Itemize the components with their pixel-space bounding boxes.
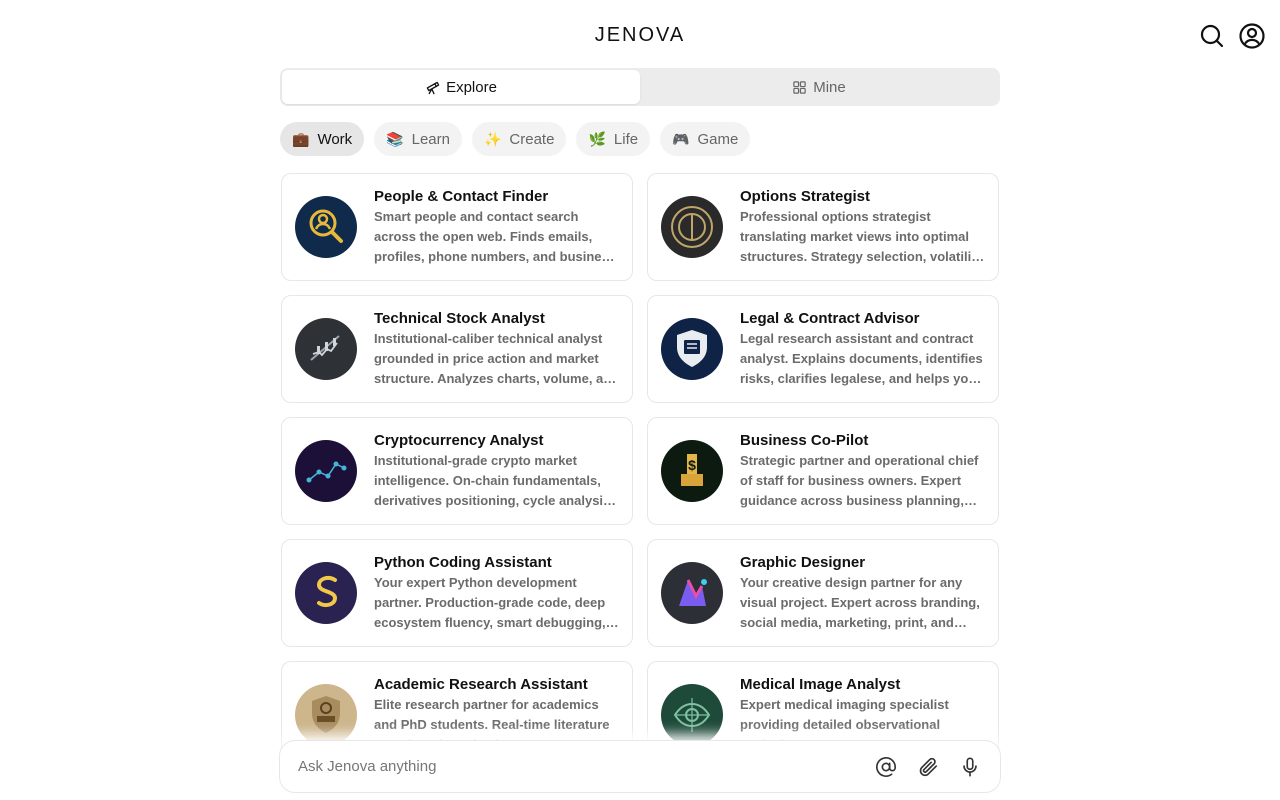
assistant-card-body: People & Contact Finder Smart people and … — [374, 187, 620, 280]
search-icon — [1200, 24, 1224, 48]
category-label: Life — [613, 130, 639, 148]
category-chip-learn[interactable]: 📚 Learn — [374, 122, 462, 156]
assistant-title: Graphic Designer — [740, 554, 866, 571]
assistant-description: Legal research assistant and contract an… — [740, 331, 983, 386]
tab-mine-label: Mine — [813, 78, 846, 96]
category-chip-game[interactable]: 🎮 Game — [660, 122, 751, 156]
microphone-icon — [963, 756, 977, 777]
assistant-card-body: Technical Stock Analyst Institutional-cal… — [374, 309, 620, 402]
category-chips: 💼 Work 📚 Learn ✨ Create 🌿 Life 🎮 Game — [280, 122, 751, 156]
assistant-description: Institutional-caliber technical analyst … — [374, 331, 620, 386]
assistant-card-body: Python Coding Assistant Your expert Pytho… — [374, 553, 620, 646]
view-switcher: Explore Mine — [280, 68, 1000, 106]
assistant-title: Options Strategist — [740, 188, 871, 205]
mic-button[interactable] — [958, 755, 982, 779]
design-shape-icon — [679, 579, 707, 606]
brand-logo: JENOVA — [594, 24, 686, 46]
assistant-card[interactable]: Python Coding Assistant Your expert Pytho… — [281, 539, 633, 647]
assistant-description: Smart people and contact search across t… — [374, 209, 616, 264]
assistant-card-body: Cryptocurrency Analyst Institutional-grad… — [374, 431, 620, 524]
assistant-card-body: Graphic Designer Your creative design par… — [740, 553, 986, 646]
assistant-title: Legal & Contract Advisor — [740, 310, 920, 327]
attach-button[interactable] — [916, 755, 940, 779]
scan-eye-icon — [673, 698, 711, 732]
category-label: Game — [697, 130, 739, 148]
account-button[interactable] — [1238, 22, 1266, 50]
assistant-avatar — [295, 440, 357, 502]
svg-text:$: $ — [688, 457, 696, 473]
assistant-avatar: $ — [661, 440, 723, 502]
tab-mine[interactable]: Mine — [640, 70, 998, 104]
assistant-avatar — [661, 318, 723, 380]
category-emoji: 🌿 — [588, 130, 606, 147]
assistant-avatar — [661, 562, 723, 624]
assistant-avatar — [295, 562, 357, 624]
assistant-card[interactable]: Cryptocurrency Analyst Institutional-grad… — [281, 417, 633, 525]
search-button[interactable] — [1198, 22, 1226, 50]
assistant-description: Strategic partner and operational chief … — [740, 453, 979, 508]
category-chip-life[interactable]: 🌿 Life — [576, 122, 651, 156]
assistant-card[interactable]: People & Contact Finder Smart people and … — [281, 173, 633, 281]
assistant-avatar — [661, 196, 723, 258]
composer — [279, 740, 1001, 793]
assistant-description: Professional options strategist translat… — [740, 209, 983, 264]
category-emoji: ✨ — [483, 130, 502, 147]
network-nodes-icon — [306, 461, 347, 483]
assistant-card[interactable]: Options Strategist Professional options s… — [647, 173, 999, 281]
assistant-grid: People & Contact Finder Smart people and … — [281, 173, 999, 769]
dollar-building-icon: $ — [681, 454, 703, 486]
assistant-title: People & Contact Finder — [374, 188, 549, 205]
assistant-title: Business Co-Pilot — [740, 432, 869, 449]
at-sign-icon — [876, 756, 896, 777]
assistant-avatar — [295, 684, 357, 746]
python-snake-icon — [316, 575, 338, 608]
assistant-avatar — [295, 318, 357, 380]
assistant-title: Technical Stock Analyst — [374, 310, 545, 327]
category-chip-create[interactable]: ✨ Create — [471, 122, 567, 156]
category-emoji: 🎮 — [672, 130, 690, 147]
grid-icon — [793, 80, 806, 94]
assistant-card[interactable]: $ Business Co-Pilot Strategic partner and … — [647, 417, 999, 525]
user-circle-icon — [1239, 23, 1265, 49]
ask-input[interactable] — [298, 758, 856, 775]
category-label: Work — [317, 130, 353, 148]
category-emoji: 📚 — [386, 130, 404, 147]
assistant-description: Your creative design partner for any vis… — [740, 575, 980, 630]
assistant-card-body: Legal & Contract Advisor Legal research a… — [740, 309, 986, 402]
assistant-description: Institutional-grade crypto market intell… — [374, 453, 611, 508]
paperclip-icon — [919, 757, 938, 776]
assistant-title: Cryptocurrency Analyst — [374, 432, 544, 449]
assistant-card-body: Business Co-Pilot Strategic partner and o… — [740, 431, 986, 524]
assistant-avatar — [661, 684, 723, 746]
tab-explore-label: Explore — [446, 78, 497, 96]
category-label: Create — [509, 130, 555, 148]
assistant-card[interactable]: Technical Stock Analyst Institutional-cal… — [281, 295, 633, 403]
assistant-description: Your expert Python development partner. … — [374, 575, 606, 630]
legal-shield-icon — [677, 330, 707, 367]
telescope-icon — [426, 81, 440, 94]
magnifier-person-icon — [309, 209, 343, 243]
academic-shield-icon — [312, 696, 340, 733]
assistant-card[interactable]: Graphic Designer Your creative design par… — [647, 539, 999, 647]
assistant-title: Python Coding Assistant — [374, 554, 552, 571]
mention-button[interactable] — [874, 755, 898, 779]
candlestick-chart-icon — [310, 335, 340, 361]
assistant-card[interactable]: Legal & Contract Advisor Legal research a… — [647, 295, 999, 403]
assistant-title: Academic Research Assistant — [374, 676, 588, 693]
assistant-card-body: Options Strategist Professional options s… — [740, 187, 986, 280]
category-label: Learn — [411, 130, 450, 148]
tab-explore[interactable]: Explore — [282, 70, 640, 104]
assistant-title: Medical Image Analyst — [740, 676, 901, 693]
category-chip-work[interactable]: 💼 Work — [280, 122, 365, 156]
concentric-circle-icon — [671, 206, 713, 248]
category-emoji: 💼 — [292, 130, 310, 147]
assistant-avatar — [295, 196, 357, 258]
